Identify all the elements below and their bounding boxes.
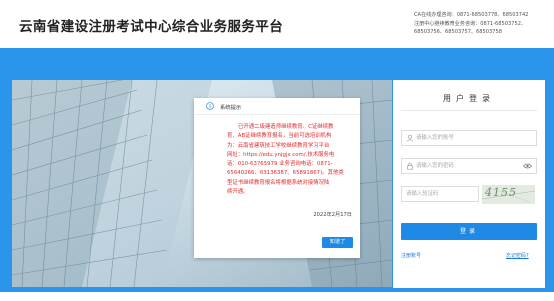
footer-strip	[0, 292, 554, 301]
system-notice-dialog: 系统提示 已开通二级建造师继续教育、C证继续教 育、AB证继续教育报名，当前可选…	[194, 98, 360, 258]
notice-line: 65640266、63136387、65891867)。其他类	[227, 170, 344, 177]
login-title: 用户登录	[443, 94, 495, 103]
captcha-code: 4155	[485, 186, 517, 199]
contact-line: 注册中心继续教育业务咨询：0871-68503752、	[414, 20, 527, 27]
contact-info: CA在线办理咨询：0871-68503778、68503742 注册中心继续教育…	[414, 11, 554, 37]
login-button[interactable]: 登录	[401, 223, 537, 240]
user-icon	[406, 134, 414, 142]
notice-line: 型证书继续教育报名将根据系统对接情况陆	[227, 179, 330, 186]
captcha-image[interactable]: 4155	[482, 185, 535, 204]
site-title: 云南省建设注册考试中心综合业务服务平台	[19, 19, 284, 35]
password-field[interactable]	[401, 158, 537, 174]
info-icon	[206, 102, 214, 110]
notice-text: 已开通二级建造师继续教育、C证继续教 育、AB证继续教育报名，当前可选培训机构 …	[227, 123, 354, 197]
notice-line: 网址：https://edu.ynjgjx.com/,技术服务电	[227, 151, 335, 158]
acknowledge-button[interactable]: 知道了	[322, 237, 353, 248]
username-field[interactable]	[401, 130, 537, 146]
captcha-field[interactable]	[401, 186, 479, 202]
username-input[interactable]	[416, 131, 524, 145]
login-divider	[401, 110, 537, 111]
contact-line: 68503756、68503757、68503758	[414, 29, 502, 36]
eye-icon[interactable]	[523, 162, 532, 170]
dialog-header: 系统提示	[194, 98, 360, 114]
dialog-title: 系统提示	[220, 104, 242, 111]
notice-line: 话：010-63765979 业务咨询电话：0871-	[227, 161, 333, 168]
register-link[interactable]: 注册账号	[401, 252, 421, 259]
login-panel: 用户登录 4155 登录 注册账号 忘记密码?	[393, 80, 545, 288]
dialog-divider	[194, 114, 360, 115]
notice-line: 为：云南省建筑技工学校继续教育学习平台	[227, 142, 330, 149]
notice-line: 育、AB证继续教育报名，当前可选培训机构	[227, 133, 332, 140]
notice-line: 已开通二级建造师继续教育、C证继续教	[238, 124, 334, 130]
notice-date: 2022年2月17日	[313, 212, 352, 218]
contact-line: CA在线办理咨询：0871-68503778、68503742	[414, 12, 529, 18]
header: 云南省建设注册考试中心综合业务服务平台 CA在线办理咨询：0871-685037…	[0, 0, 554, 48]
password-input[interactable]	[416, 159, 524, 173]
captcha-input[interactable]	[406, 187, 476, 201]
lock-icon	[407, 162, 413, 170]
notice-line: 续开通。	[227, 189, 249, 196]
forgot-password-link[interactable]: 忘记密码?	[506, 252, 529, 259]
